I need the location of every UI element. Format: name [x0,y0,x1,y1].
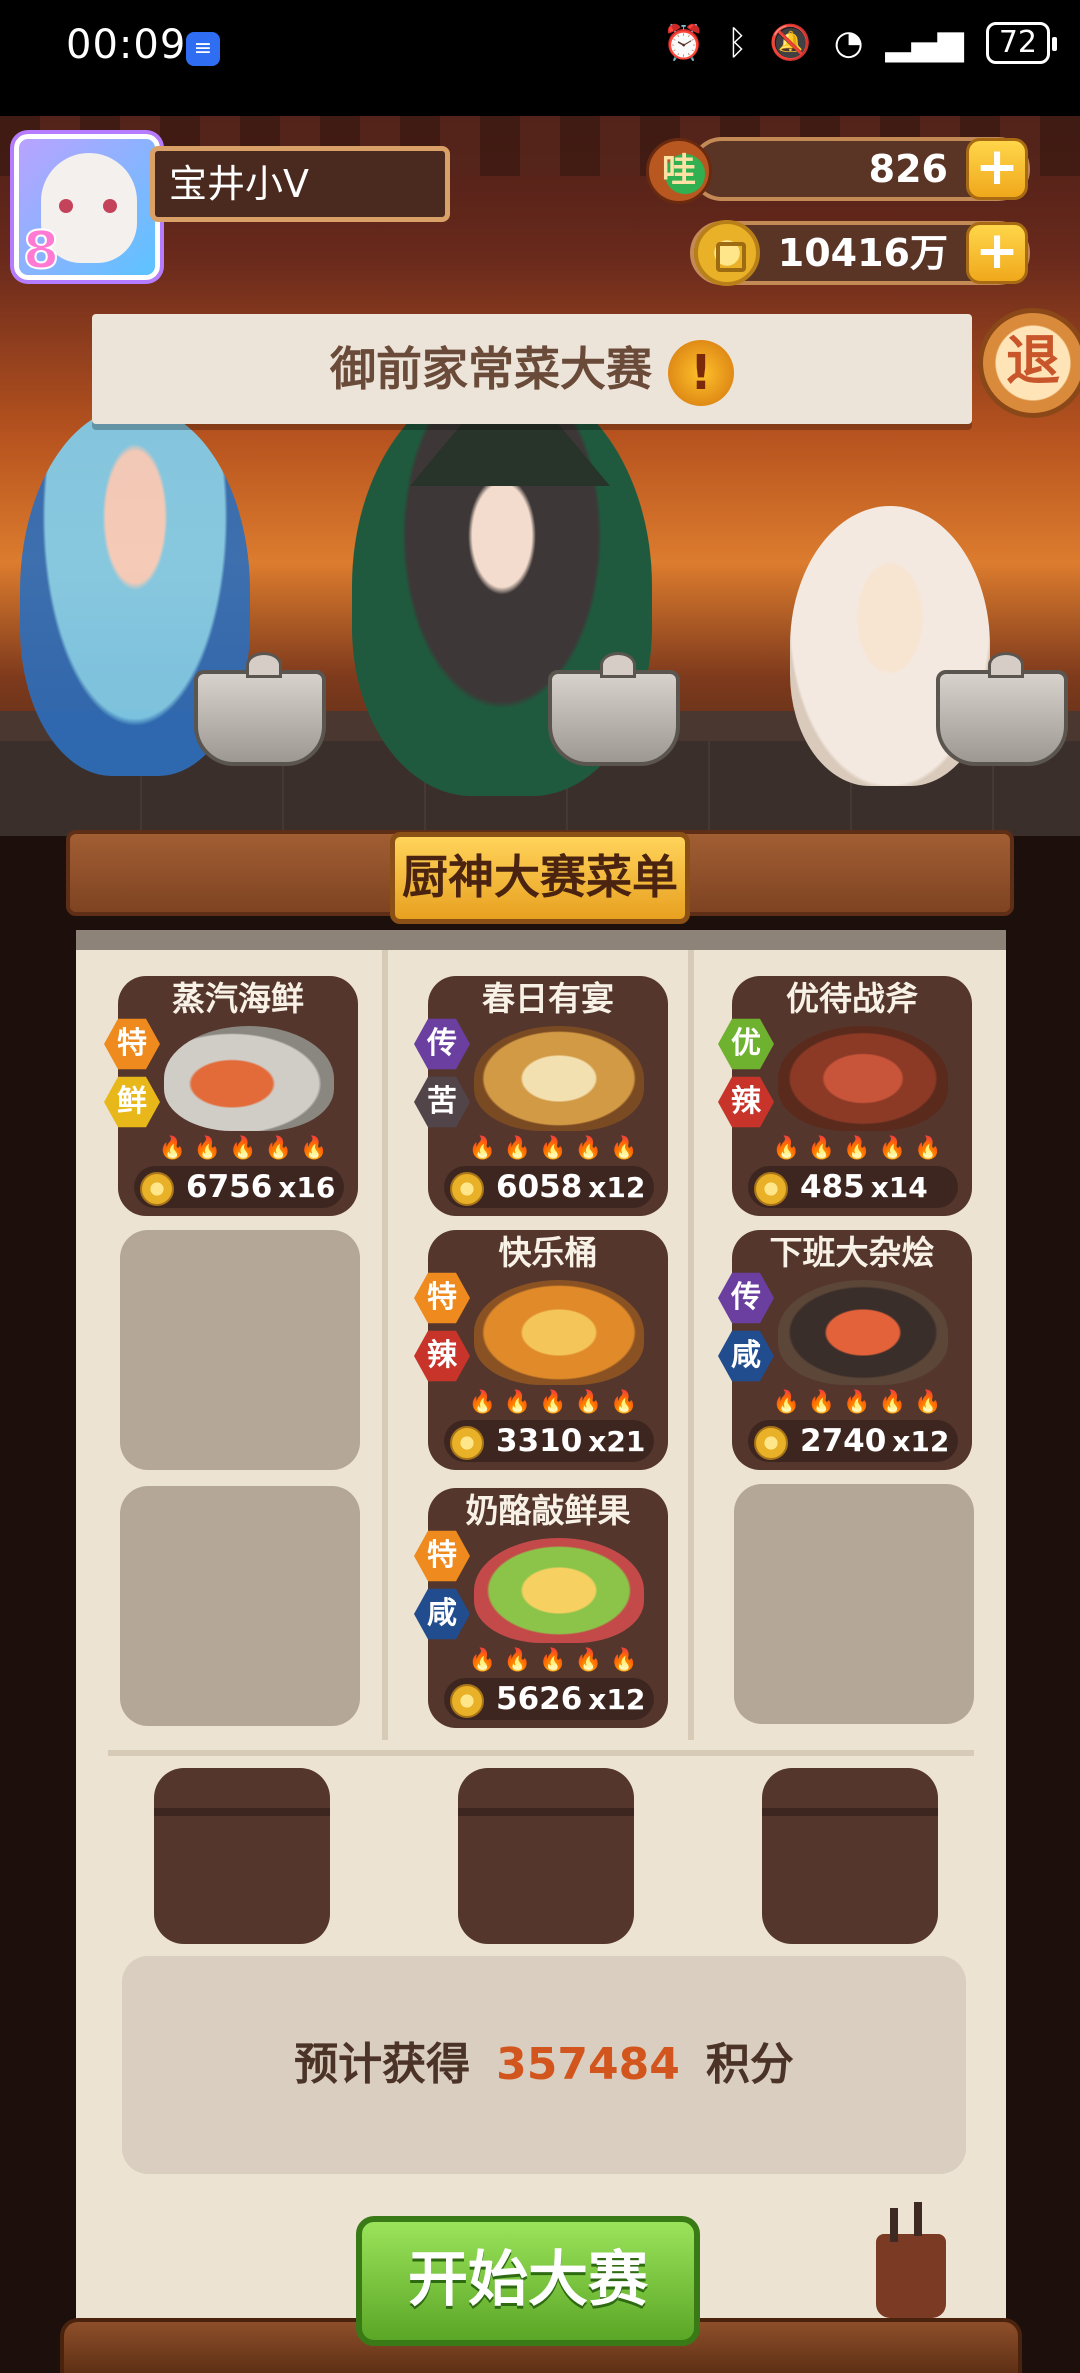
bluetooth-icon: ᛒ [726,23,748,63]
battery-indicator: 72 [985,22,1058,64]
start-contest-button[interactable]: 开始大赛 [356,2216,700,2346]
dish-price-value: 485 [800,1169,865,1205]
score-prefix: 预计获得 [294,2039,471,2090]
dish-count: x12 [588,1683,646,1716]
shelf-divider [108,1750,974,1756]
dish-price-value: 5626 [496,1681,583,1717]
dish-card-spring-feast[interactable]: 春日有宴 传 苦 🔥🔥🔥🔥🔥 6058 x12 [414,976,668,1216]
dish-card-steamed-seafood[interactable]: 蒸汽海鲜 特 鲜 🔥🔥🔥🔥🔥 6756 x16 [104,976,358,1216]
dish-name: 奶酪敲鲜果 [465,1491,631,1530]
dish-count: x12 [892,1425,950,1458]
gem-count: 826 [868,147,948,191]
steak-dish-icon [778,1026,948,1131]
column-divider [688,950,694,1740]
coin-icon [450,1172,484,1206]
feast-dish-icon [474,1026,644,1131]
dish-price-value: 6756 [186,1169,273,1205]
coin-icon [450,1426,484,1460]
dish-price-value: 6058 [496,1169,583,1205]
coin-icon [694,220,760,286]
coin-count: 10416万 [777,231,948,275]
expected-score-box: 预计获得 357484 积分 [122,1956,966,2174]
dish-name: 快乐桶 [498,1233,598,1272]
add-coins-button[interactable]: + [966,222,1028,284]
player-name: 宝井小V [150,146,450,222]
player-avatar[interactable]: 8 [14,134,160,280]
add-gems-button[interactable]: + [966,138,1028,200]
coin-icon [754,1172,788,1206]
dish-count: x14 [870,1171,928,1204]
dish-price-value: 2740 [800,1423,887,1459]
empty-dish-slot[interactable] [120,1486,360,1726]
selected-dish-slot-3[interactable] [762,1768,938,1944]
heat-level-icon: 🔥🔥🔥🔥🔥 [772,1136,950,1161]
dish-price-value: 3310 [496,1423,583,1459]
dish-name: 春日有宴 [482,979,614,1018]
dish-card-hotpot-stew[interactable]: 下班大杂烩 传 咸 🔥🔥🔥🔥🔥 2740 x12 [718,1230,972,1470]
fried-food-dish-icon [474,1280,644,1385]
score-value: 357484 [496,2039,680,2090]
heat-level-icon: 🔥🔥🔥🔥🔥 [468,1648,646,1673]
stew-dish-icon [778,1280,948,1385]
empty-dish-slot[interactable] [120,1230,360,1470]
alarm-icon: ⏰ [662,23,705,63]
dish-name: 优待战斧 [786,979,918,1018]
heat-level-icon: 🔥🔥🔥🔥🔥 [772,1390,950,1415]
dish-card-happy-bucket[interactable]: 快乐桶 特 辣 🔥🔥🔥🔥🔥 3310 x21 [414,1230,668,1470]
dish-card-tomahawk[interactable]: 优待战斧 优 辣 🔥🔥🔥🔥🔥 485 x14 [718,976,972,1216]
score-suffix: 积分 [705,2039,794,2090]
cooking-pot-left [194,652,326,766]
wifi-icon: ◔ [833,23,864,63]
alert-icon[interactable]: ! [668,339,734,406]
gem-icon: 哇 [646,138,712,204]
dish-count: x16 [278,1171,336,1204]
utensil-jar-icon [876,2208,946,2318]
signal-icon: ▂▄▆ [885,23,964,63]
contest-banner: 御前家常菜大赛! [92,314,972,424]
exit-button[interactable]: 退 [978,308,1080,418]
cooking-pot-center [548,652,680,766]
heat-level-icon: 🔥🔥🔥🔥🔥 [468,1390,646,1415]
menu-title: 厨神大赛菜单 [390,832,690,924]
dish-count: x21 [588,1425,646,1458]
status-time: 00:09 [66,22,187,68]
cheese-dish-icon [474,1538,644,1643]
dish-card-cheese-fruit[interactable]: 奶酪敲鲜果 特 咸 🔥🔥🔥🔥🔥 5626 x12 [414,1488,668,1728]
mute-icon: 🔕 [769,23,812,63]
status-bar: 00:09 ≡ ⏰ ᛒ 🔕 ◔ ▂▄▆ 72 [0,0,1080,116]
dish-count: x12 [588,1171,646,1204]
seafood-dish-icon [164,1026,334,1131]
heat-level-icon: 🔥🔥🔥🔥🔥 [158,1136,336,1161]
coin-icon [754,1426,788,1460]
status-icons: ⏰ ᛒ 🔕 ◔ ▂▄▆ 72 [662,22,1058,64]
contest-stage: 8 宝井小V 826 哇 + 10416万 + 退 御前家常菜大赛! [0,116,1080,836]
coin-icon [140,1172,174,1206]
dish-name: 下班大杂烩 [769,1233,935,1272]
empty-dish-slot[interactable] [734,1484,974,1724]
heat-level-icon: 🔥🔥🔥🔥🔥 [468,1136,646,1161]
avatar-level: 8 [22,220,60,280]
cooking-pot-right [936,652,1068,766]
selected-dish-slot-1[interactable] [154,1768,330,1944]
selected-dish-slot-2[interactable] [458,1768,634,1944]
menu-panel-edge [76,930,1006,950]
contest-title: 御前家常菜大赛 [330,342,652,396]
message-app-icon: ≡ [186,32,220,66]
coin-icon [450,1684,484,1718]
column-divider [382,950,388,1740]
dish-name: 蒸汽海鲜 [172,979,304,1018]
